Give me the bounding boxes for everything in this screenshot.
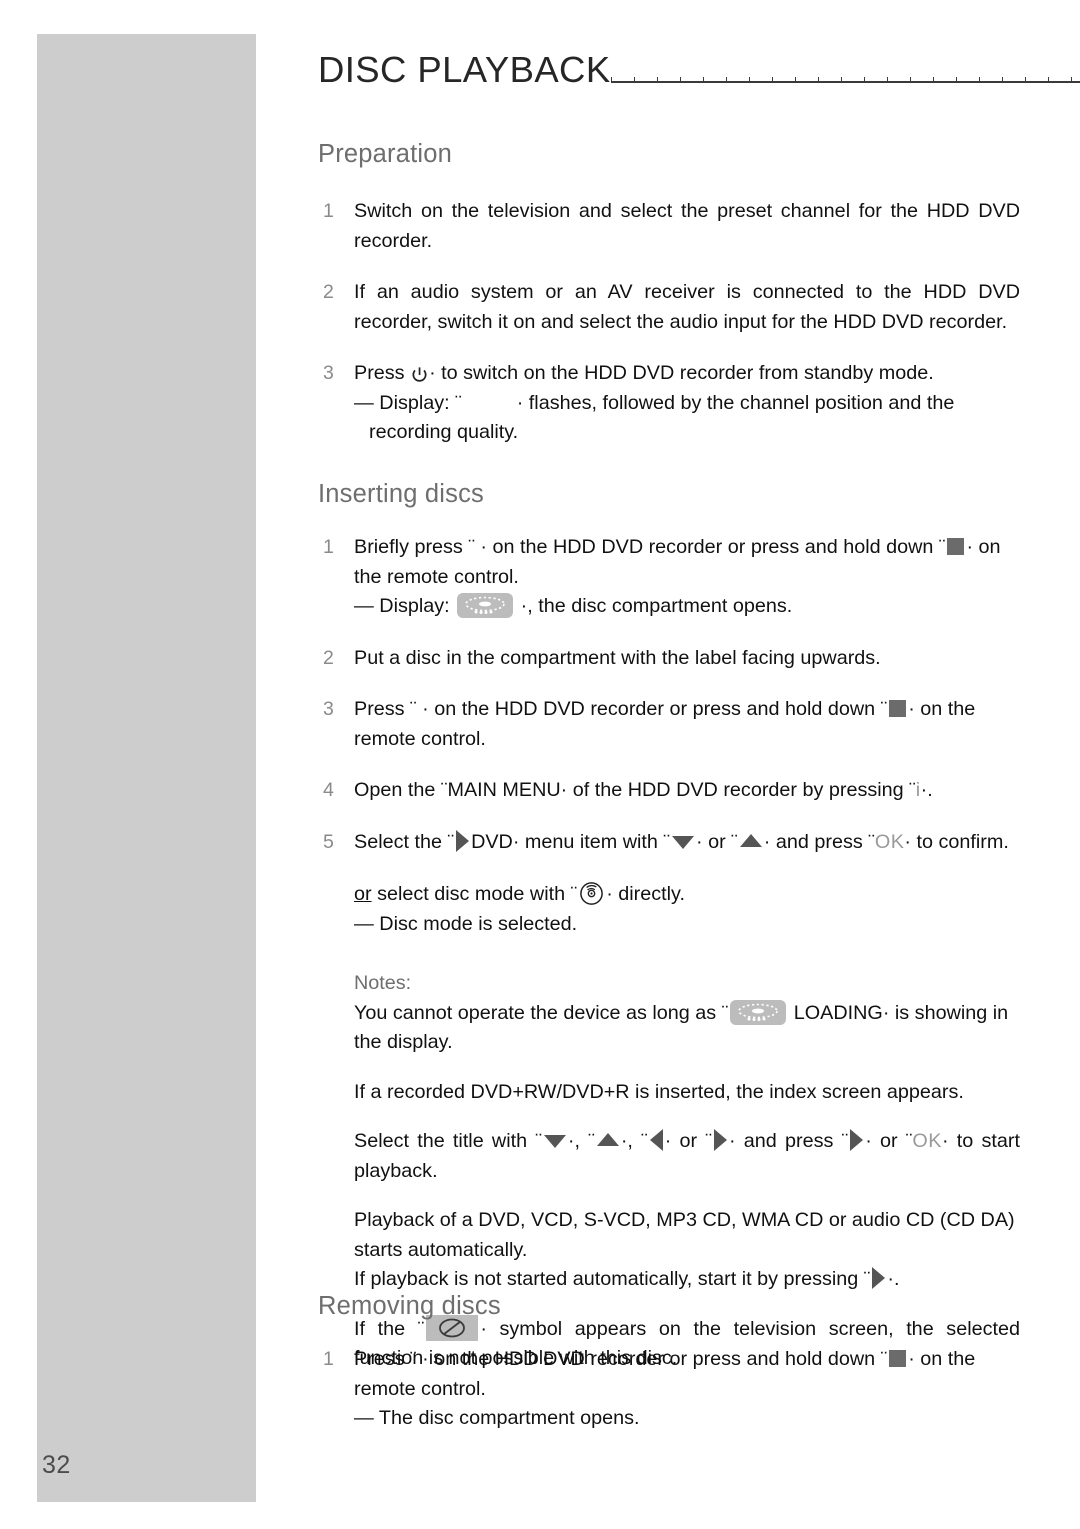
arrow-up-icon — [596, 1133, 619, 1146]
step-text: Briefly press ¨ · on the HDD DVD recorde… — [354, 533, 1020, 622]
step-alternative: or select disc mode with ¨ · directly. —… — [354, 880, 1020, 939]
step-item: 3 Press · to switch on the HDD DVD recor… — [318, 359, 1020, 448]
subnote-pre: — Display: — [354, 595, 450, 617]
play-triangle-icon — [456, 829, 470, 852]
note-pre: If playback is not started automatically… — [354, 1268, 871, 1290]
stop-square-icon — [889, 700, 907, 717]
note-item: If playback is not started automatically… — [354, 1265, 1020, 1295]
note-p3: ·, ¨ — [620, 1130, 648, 1152]
section-heading-removing-discs: Removing discs — [318, 1292, 501, 1320]
step-item: 4 Open the ¨MAIN MENU· of the HDD DVD re… — [318, 776, 1020, 806]
note-pre: You cannot operate the device as long as… — [354, 1001, 729, 1024]
step-item: 3 Press ¨ · on the HDD DVD recorder or p… — [318, 695, 1020, 754]
step-text-pre: Press — [354, 362, 405, 384]
page-header: DISC PLAYBACK — [318, 49, 1080, 90]
subnote-post: ·, the disc compartment opens. — [520, 595, 793, 617]
power-standby-icon — [411, 364, 428, 382]
step-item: 1 Briefly press ¨ · on the HDD DVD recor… — [318, 533, 1020, 622]
step-text-p1: Select the ¨ — [354, 830, 455, 853]
ok-button-label: OK — [912, 1130, 942, 1152]
title-rule-decoration — [610, 72, 1080, 86]
stop-square-icon — [889, 1350, 907, 1367]
display-tray-icon — [457, 593, 514, 618]
note-p1: Select the title with ¨ — [354, 1130, 542, 1152]
page-sidebar-band: 32 — [37, 34, 256, 1502]
alternative-or-label: or — [354, 883, 372, 905]
step-text: Select the ¨ DVD· menu item with ¨ · or ¨ ·… — [354, 828, 1020, 940]
ok-button-label: OK — [874, 830, 905, 853]
arrow-left-icon — [649, 1129, 663, 1151]
note-item: Select the title with ¨ ·, ¨ ·, ¨ · or ¨ · a… — [354, 1127, 1020, 1186]
step-text-p5: · to confirm. — [904, 830, 1009, 853]
step-text-p3: · or ¨ — [696, 830, 738, 853]
note-p5: · and press ¨ — [728, 1130, 849, 1152]
step-text-p4: · and press ¨ — [763, 830, 875, 853]
disc-mode-icon — [579, 881, 604, 906]
arrow-down-icon — [672, 835, 695, 849]
note-item: You cannot operate the device as long as… — [354, 999, 1020, 1058]
step-number: 5 — [323, 830, 334, 853]
stop-square-icon — [947, 538, 965, 555]
step-text: Put a disc in the compartment with the l… — [354, 646, 881, 669]
display-tray-icon — [730, 999, 787, 1025]
section-preparation: Preparation 1 Switch on the television a… — [318, 140, 1020, 448]
section-removing-discs: Removing discs 1 Press ¨ · on the HDD DV… — [318, 1292, 1020, 1434]
step-number: 1 — [323, 1348, 334, 1370]
note-item: If a recorded DVD+RW/DVD+R is inserted, … — [354, 1080, 964, 1103]
note-post: ·. — [887, 1268, 900, 1290]
arrow-up-icon — [739, 833, 762, 847]
step-subnote: — Display: ·, the disc compartment opens… — [354, 592, 1020, 622]
step-subnote: — The disc compartment opens. — [354, 1407, 640, 1429]
note-p4: · or ¨ — [664, 1130, 712, 1152]
section-inserting-discs: Inserting discs 1 Briefly press ¨ · on t… — [318, 480, 1020, 1374]
step-text-post: to switch on the HDD DVD recorder from s… — [441, 362, 934, 384]
step-number: 2 — [323, 646, 334, 669]
step-item: 2 If an audio system or an AV receiver i… — [318, 278, 1020, 337]
step-text-part1: Briefly press ¨ · on the HDD DVD recorde… — [354, 536, 946, 558]
play-triangle-icon — [872, 1267, 886, 1289]
page-content: DISC PLAYBACK Preparation 1 Switch on th… — [318, 0, 1080, 1529]
page-title: DISC PLAYBACK — [318, 49, 611, 90]
step-text: Press ¨ · on the HDD DVD recorder or pre… — [354, 1345, 1020, 1434]
step-item: 2 Put a disc in the compartment with the… — [318, 644, 1020, 674]
notes-label: Notes: — [354, 972, 412, 994]
step-item: 1 Press ¨ · on the HDD DVD recorder or p… — [318, 1345, 1020, 1434]
note-item: Playback of a DVD, VCD, S-VCD, MP3 CD, W… — [354, 1209, 1015, 1261]
step-text-p2: DVD· menu item with ¨ — [471, 830, 671, 853]
arrow-right-icon — [713, 1129, 727, 1151]
step-item: 5 Select the ¨ DVD· menu item with ¨ · or … — [318, 828, 1020, 940]
step-text: Press · to switch on the HDD DVD recorde… — [354, 359, 1020, 448]
step-text: Press ¨ · on the HDD DVD recorder or pre… — [354, 695, 1020, 754]
arrow-down-icon — [543, 1135, 566, 1148]
subnote-pre: — Display: ¨ — [354, 391, 462, 414]
step-text: Open the ¨MAIN MENU· of the HDD DVD reco… — [354, 776, 1020, 806]
step-number: 4 — [323, 779, 334, 801]
section-heading-inserting-discs: Inserting discs — [318, 480, 484, 508]
page-number: 32 — [42, 1451, 71, 1479]
step-text-main: Open the ¨MAIN MENU· of the HDD DVD reco… — [354, 779, 916, 801]
section-heading-preparation: Preparation — [318, 140, 453, 168]
alternative-pre: select disc mode with ¨ — [371, 883, 578, 905]
alternative-post: · directly. — [606, 883, 685, 905]
step-text-part1: Press ¨ · on the HDD DVD recorder or pre… — [354, 698, 888, 720]
play-triangle-icon — [850, 1129, 864, 1151]
step-subnote: — Display: ¨ · flashes, followed by the … — [354, 389, 1020, 448]
step-number: 3 — [323, 362, 334, 384]
step-item: 1 Switch on the television and select th… — [318, 197, 1020, 256]
step-text-part1: Press ¨ · on the HDD DVD recorder or pre… — [354, 1348, 888, 1370]
note-p2: ·, ¨ — [567, 1130, 595, 1152]
note-p6: · or ¨ — [865, 1130, 913, 1152]
step-number: 2 — [323, 281, 334, 303]
step-text: Switch on the television and select the … — [354, 200, 1020, 252]
step-number: 1 — [323, 200, 334, 222]
alternative-subnote: — Disc mode is selected. — [354, 912, 578, 935]
step-number: 3 — [323, 698, 334, 720]
step-text-quote-close: · — [429, 362, 436, 384]
step-number: 1 — [323, 536, 334, 558]
step-text-tail: ·. — [920, 779, 933, 801]
step-text: If an audio system or an AV receiver is … — [354, 281, 1020, 333]
